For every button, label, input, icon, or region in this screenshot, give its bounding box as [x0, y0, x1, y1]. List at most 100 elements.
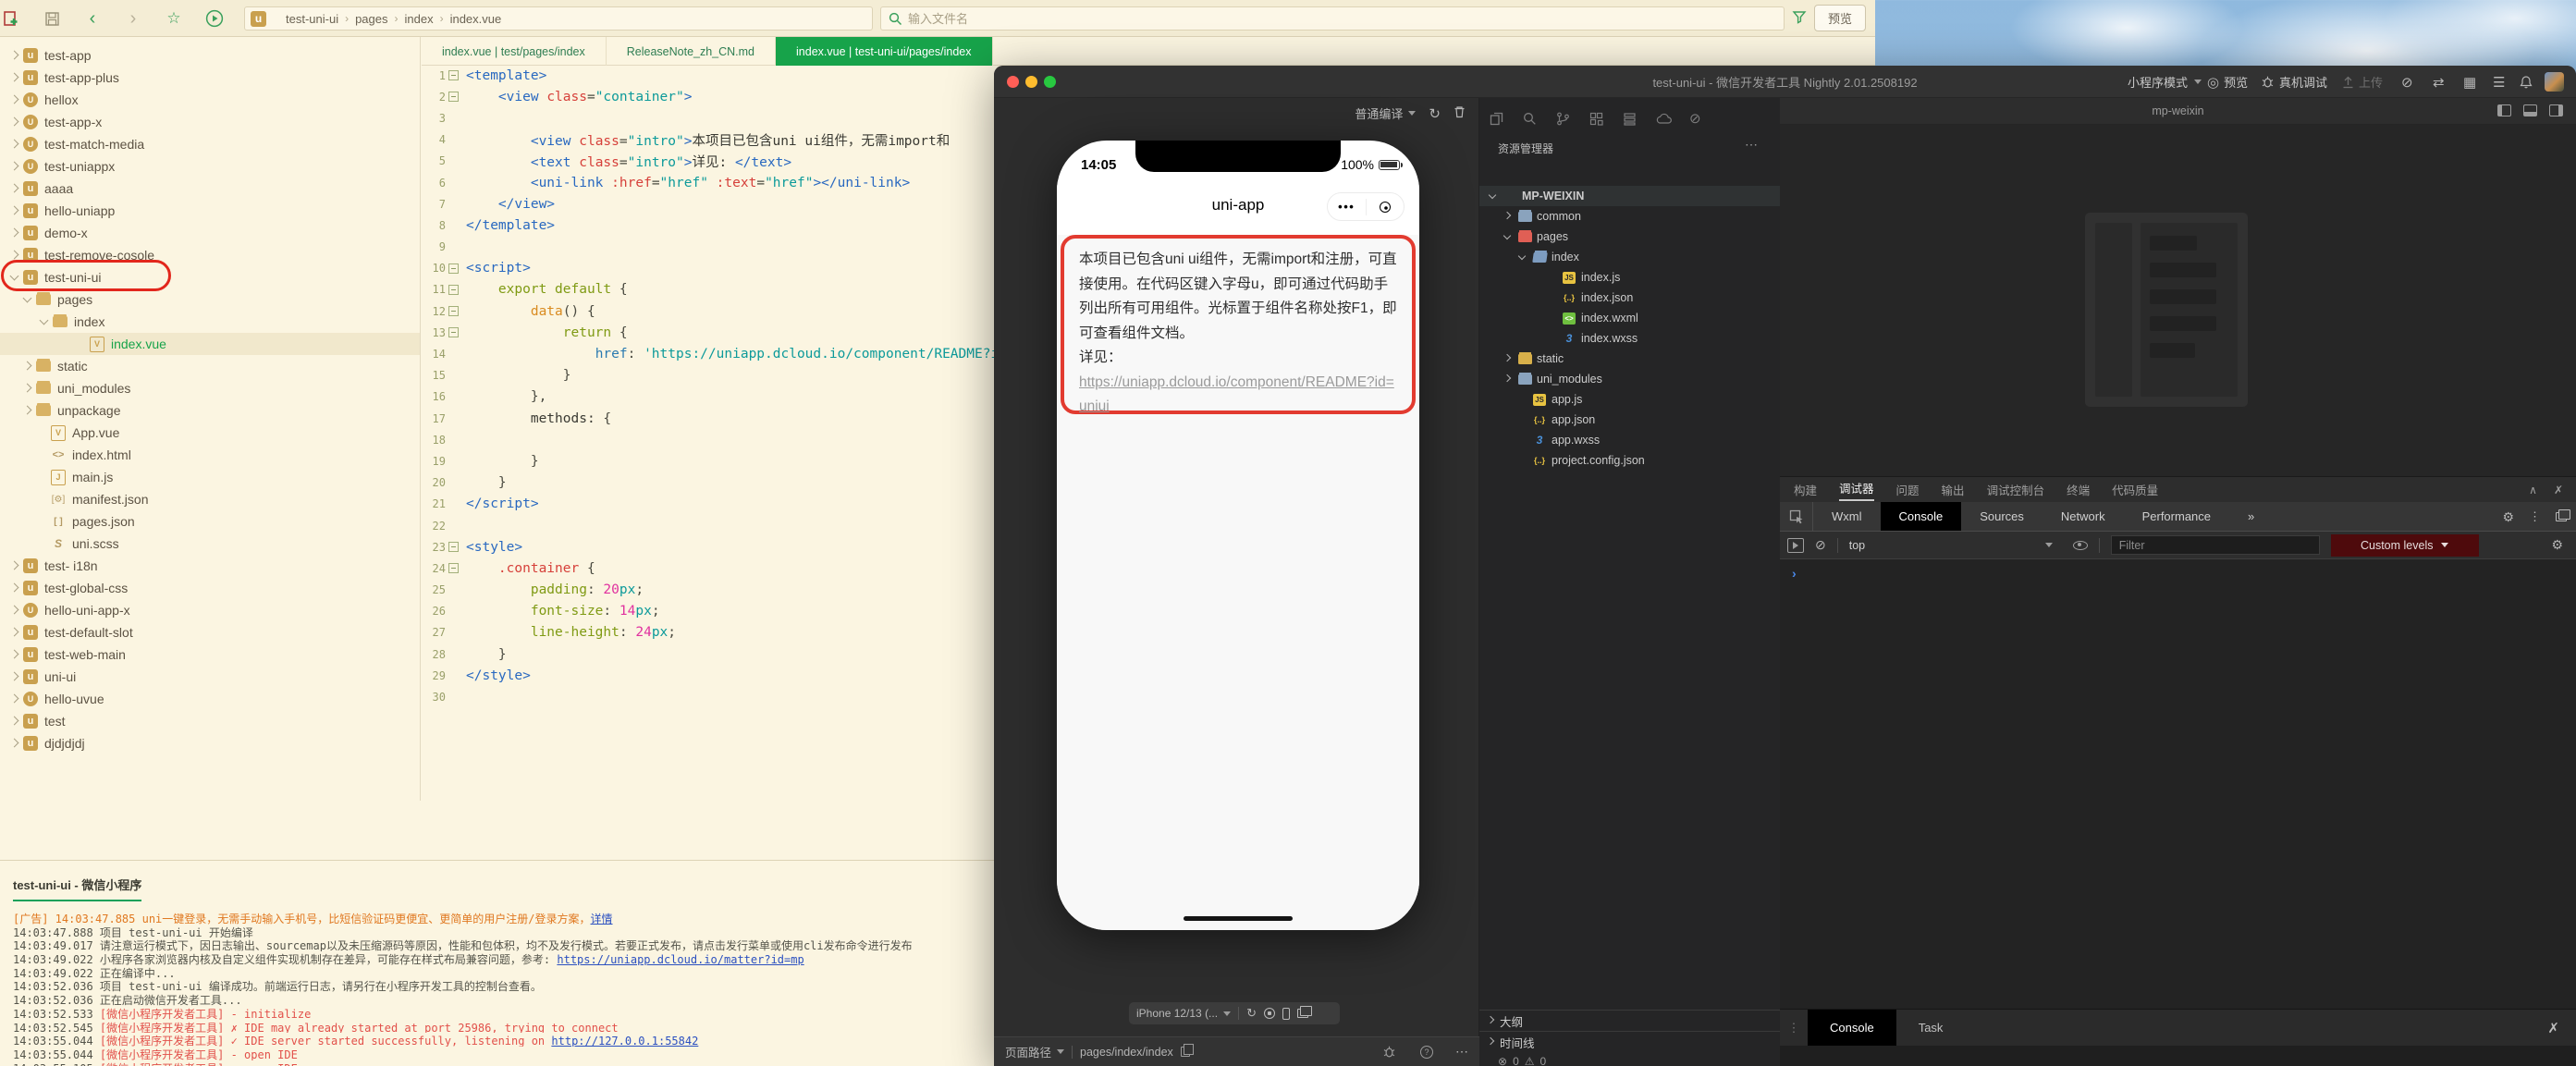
project-tree-item[interactable]: index [0, 311, 420, 333]
log-levels-button[interactable]: Custom levels [2331, 534, 2479, 557]
outline-section[interactable]: 大纲 [1479, 1010, 1780, 1031]
explorer-tree-item[interactable]: common [1479, 206, 1780, 227]
run-icon[interactable] [203, 7, 226, 30]
project-tree-item[interactable]: test-uniappx [0, 155, 420, 178]
drag-handle-icon[interactable]: ⋮ [1780, 1010, 1808, 1046]
toggle-rightbar-icon[interactable] [2549, 104, 2563, 116]
project-tree-item[interactable]: uni_modules [0, 377, 420, 399]
panel-tab[interactable]: 调试器 [1839, 479, 1874, 501]
explorer-tree-item[interactable]: MP-WEIXIN [1479, 186, 1780, 206]
help-icon[interactable]: ? [1420, 1046, 1433, 1059]
breadcrumb-segment[interactable]: › index [388, 12, 434, 26]
editor-tab[interactable]: index.vue | test/pages/index [422, 37, 607, 66]
project-tree-item[interactable]: uni-ui [0, 666, 420, 688]
project-tree-item[interactable]: test [0, 710, 420, 732]
project-tree-item[interactable]: hellox [0, 89, 420, 111]
timeline-section[interactable]: 时间线 [1479, 1031, 1780, 1052]
clear-trash-icon[interactable] [1454, 105, 1466, 121]
fold-marker-icon[interactable] [446, 327, 460, 337]
project-tree-item[interactable]: test- i18n [0, 555, 420, 577]
explorer-tree-item[interactable]: project.config.json [1479, 450, 1780, 471]
collapse-icon[interactable]: ∧ [2529, 484, 2537, 496]
project-tree-item[interactable]: main.js [0, 466, 420, 488]
console-prompt[interactable]: › [1792, 566, 1797, 581]
exit-target-icon[interactable] [1367, 202, 1405, 213]
project-tree-item[interactable]: App.vue [0, 422, 420, 444]
panel-tab[interactable]: 代码质量 [2112, 481, 2158, 498]
phone-simulator[interactable]: 14:05 100% uni-app ••• 本项目已包含u [1057, 141, 1419, 930]
back-icon[interactable]: ‹ [81, 7, 104, 30]
close-icon[interactable]: ✗ [2554, 484, 2563, 496]
project-tree-item[interactable]: index.html [0, 444, 420, 466]
sync-disabled-icon[interactable]: ⊘ [2401, 66, 2413, 98]
fold-marker-icon[interactable] [446, 70, 460, 80]
explorer-tree-item[interactable]: index.js [1479, 267, 1780, 288]
device-debug-button[interactable]: 真机调试 [2261, 66, 2327, 98]
project-tree-item[interactable]: index.vue [0, 333, 420, 355]
copy-icon[interactable] [1181, 1047, 1190, 1057]
explorer-tree-item[interactable]: index [1479, 247, 1780, 267]
project-tree-item[interactable]: pages [0, 288, 420, 311]
file-search-box[interactable] [880, 6, 1785, 31]
breadcrumb-segment[interactable]: test-uni-ui [273, 12, 338, 26]
project-tree-item[interactable]: static [0, 355, 420, 377]
more-actions-icon[interactable]: ⋯ [1745, 137, 1758, 153]
layout-grid-icon[interactable]: ▦ [2463, 66, 2476, 98]
bottom-tab[interactable]: Task [1896, 1010, 1966, 1046]
devtools-tab[interactable]: Wxml [1813, 502, 1881, 531]
devtools-tab[interactable]: Network [2042, 502, 2124, 531]
editor-tab[interactable]: ReleaseNote_zh_CN.md [607, 37, 776, 66]
refresh-icon[interactable]: ↻ [1246, 1006, 1257, 1021]
explorer-tree-item[interactable]: pages [1479, 227, 1780, 247]
project-tree-item[interactable]: aaaa [0, 178, 420, 200]
toggle-sidebar-icon[interactable] [2497, 104, 2511, 116]
project-tree-item[interactable]: unpackage [0, 399, 420, 422]
bottom-tab[interactable]: Console [1808, 1010, 1896, 1046]
console-sidebar-icon[interactable] [1787, 538, 1804, 553]
project-tree-item[interactable]: test-global-css [0, 577, 420, 599]
project-tree-item[interactable]: test-app-plus [0, 67, 420, 89]
forward-icon[interactable]: › [122, 7, 144, 30]
preview-button[interactable]: 预览 [1814, 5, 1866, 31]
more-icon[interactable]: ⋯ [1455, 1044, 1468, 1060]
more-vertical-icon[interactable]: ⋮ [2529, 509, 2541, 524]
layers-icon[interactable] [1622, 111, 1638, 127]
panel-tab[interactable]: 输出 [1942, 481, 1965, 498]
new-file-icon[interactable] [0, 7, 22, 30]
problems-status[interactable]: ⊗0 ⚠0 [1498, 1055, 1546, 1066]
device-selector[interactable]: iPhone 12/13 (... [1136, 1007, 1231, 1020]
project-tree-item[interactable]: test-web-main [0, 643, 420, 666]
upload-button[interactable]: 上传 [2342, 66, 2383, 98]
more-dots-icon[interactable]: ••• [1328, 200, 1366, 214]
refresh-icon[interactable]: ↻ [1429, 105, 1441, 122]
device-frame-icon[interactable] [1282, 1008, 1290, 1020]
extensions-icon[interactable] [1589, 111, 1604, 127]
fold-marker-icon[interactable] [446, 542, 460, 552]
toggle-panel-icon[interactable] [2523, 104, 2537, 116]
panel-tab[interactable]: 终端 [2067, 481, 2090, 498]
filter-funnel-icon[interactable] [1792, 9, 1807, 29]
devtools-tab[interactable]: Sources [1961, 502, 2042, 531]
project-tree-item[interactable]: pages.json [0, 510, 420, 533]
fold-marker-icon[interactable] [446, 563, 460, 573]
doc-link[interactable]: https://uniapp.dcloud.io/component/READM… [1079, 374, 1394, 415]
explorer-tree-item[interactable]: index.wxml [1479, 308, 1780, 328]
star-icon[interactable]: ☆ [163, 7, 185, 30]
menu-icon[interactable]: ☰ [2493, 66, 2505, 98]
preview-button[interactable]: ◎预览 [2207, 66, 2248, 98]
explorer-tree-item[interactable]: index.json [1479, 288, 1780, 308]
console-output[interactable]: › [1780, 559, 2576, 1009]
devtools-tab[interactable]: Console [1881, 502, 1962, 531]
stop-icon[interactable] [1264, 1008, 1275, 1019]
project-tree-item[interactable]: hello-uni-app-x [0, 599, 420, 621]
fold-marker-icon[interactable] [446, 285, 460, 295]
miniprogram-capsule[interactable]: ••• [1327, 192, 1405, 221]
project-tree-item[interactable]: hello-uniapp [0, 200, 420, 222]
user-avatar[interactable] [2545, 72, 2564, 92]
devtools-tab[interactable]: Performance [2124, 502, 2229, 531]
save-icon[interactable] [41, 7, 63, 30]
explorer-tree-item[interactable]: static [1479, 349, 1780, 369]
dock-side-icon[interactable] [2556, 512, 2567, 521]
panel-tab[interactable]: 问题 [1896, 481, 1920, 498]
compile-mode-select[interactable]: 普通编译 [1355, 104, 1416, 122]
